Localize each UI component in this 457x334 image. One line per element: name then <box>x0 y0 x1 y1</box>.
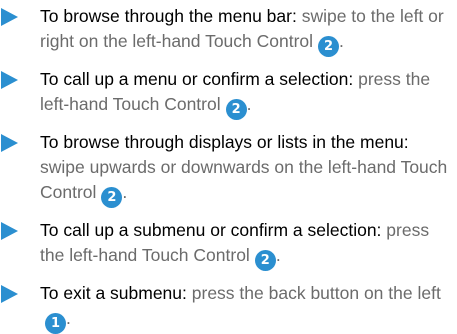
callout-number-icon: 2 <box>225 99 247 120</box>
arrow-bullet-icon <box>1 71 18 89</box>
manual-page: To browse through the menu bar: swipe to… <box>0 0 457 334</box>
callout-number-icon: 2 <box>318 36 340 57</box>
instruction-heading: To browse through the menu bar: <box>40 6 297 26</box>
instruction-item-browse-displays: To browse through displays or lists in t… <box>0 130 457 208</box>
callout-number-icon: 1 <box>45 313 66 334</box>
instruction-text: press the back button on the left <box>191 283 441 303</box>
arrow-bullet-icon <box>1 222 18 240</box>
instruction-item-call-up-submenu: To call up a submenu or confirm a select… <box>0 218 457 271</box>
instruction-item-exit-submenu: To exit a submenu: press the back button… <box>0 281 457 334</box>
arrow-bullet-icon <box>1 134 18 152</box>
callout-number-icon: 2 <box>101 187 123 208</box>
callout-number-icon: 2 <box>254 250 276 271</box>
arrow-bullet-icon <box>1 285 18 303</box>
instruction-heading: To browse through displays or lists in t… <box>40 132 409 152</box>
arrow-bullet-icon <box>1 8 18 26</box>
instruction-item-call-up-menu: To call up a menu or confirm a selection… <box>0 67 457 120</box>
instruction-list: To browse through the menu bar: swipe to… <box>0 4 457 334</box>
instruction-heading: To call up a menu or confirm a selection… <box>40 69 354 89</box>
instruction-item-browse-menu-bar: To browse through the menu bar: swipe to… <box>0 4 457 57</box>
instruction-heading: To call up a submenu or confirm a select… <box>40 220 382 240</box>
instruction-heading: To exit a submenu: <box>40 283 187 303</box>
